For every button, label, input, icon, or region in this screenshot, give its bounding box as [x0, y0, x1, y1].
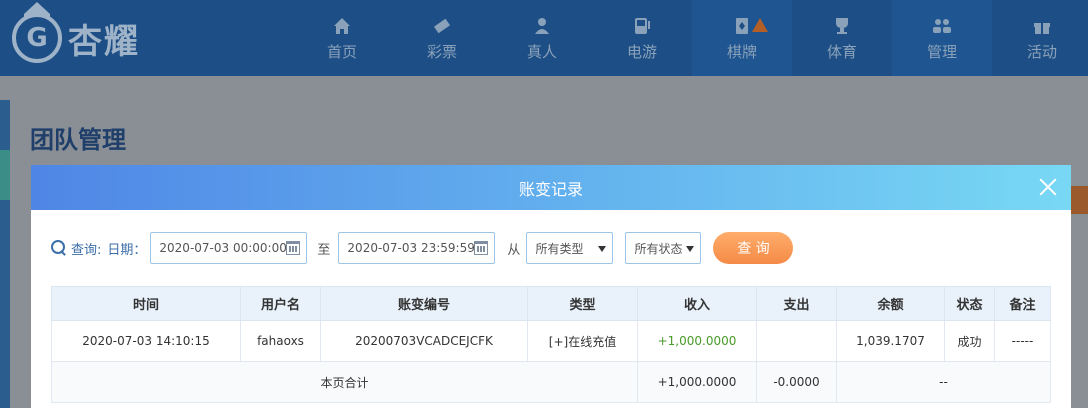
from-label: 从: [507, 242, 521, 258]
column-header: 用户名: [240, 286, 321, 321]
end-date-value: 2020-07-03 23:59:59: [347, 241, 475, 255]
column-header: 账变编号: [320, 286, 528, 321]
person-icon: [535, 17, 549, 34]
total-balance: --: [836, 361, 1051, 403]
users-icon: [933, 18, 951, 33]
nav-item-lottery[interactable]: 彩票: [392, 0, 492, 76]
nav-label: 电游: [626, 42, 657, 61]
total-expense: -0.0000: [756, 361, 837, 403]
cell-note: -----: [994, 320, 1051, 362]
chevron-down-icon: [598, 246, 607, 252]
total-income: +1,000.0000: [637, 361, 757, 403]
logo-emblem: G: [12, 2, 62, 63]
column-header: 状态: [944, 286, 995, 321]
cell-time: 2020-07-03 14:10:15: [51, 320, 241, 362]
type-select[interactable]: 所有类型: [526, 232, 614, 264]
table-header-row: 时间 用户名 账变编号 类型 收入 支出 余额 状态 备注: [51, 286, 1051, 321]
trophy-icon: [836, 17, 848, 34]
nav-label: 真人: [526, 42, 557, 61]
gift-icon: [1034, 19, 1050, 34]
nav-item-live[interactable]: 真人: [492, 0, 592, 76]
calendar-icon[interactable]: [286, 241, 301, 255]
status-select[interactable]: 所有状态: [625, 232, 702, 264]
cell-balance: 1,039.1707: [836, 320, 945, 362]
nav-item-slots[interactable]: 电游: [592, 0, 692, 76]
account-change-table: 时间 用户名 账变编号 类型 收入 支出 余额 状态 备注 2020-07-03…: [51, 286, 1051, 403]
column-header: 时间: [51, 286, 241, 321]
status-select-value: 所有状态: [634, 241, 683, 256]
brand-logo[interactable]: G 杏耀: [12, 2, 140, 68]
cell-income: +1,000.0000: [637, 320, 757, 362]
modal-title: 账变记录: [518, 179, 583, 199]
column-header: 余额: [836, 286, 945, 321]
cell-expense: [756, 320, 837, 362]
nav-item-home[interactable]: 首页: [292, 0, 392, 76]
background-sidebar: [0, 100, 10, 408]
nav-item-sports[interactable]: 体育: [792, 0, 892, 76]
cell-username: fahaoxs: [240, 320, 321, 362]
column-header: 收入: [637, 286, 757, 321]
end-date-input[interactable]: 2020-07-03 23:59:59: [338, 232, 496, 264]
nav-label: 体育: [826, 42, 857, 61]
nav-label: 管理: [926, 42, 957, 61]
nav-label: 首页: [326, 42, 357, 61]
type-select-value: 所有类型: [535, 241, 584, 256]
chevron-down-icon: [686, 246, 695, 252]
logo-mark: G: [26, 23, 48, 53]
modal-header: 账变记录: [31, 165, 1071, 210]
to-label: 至: [317, 242, 331, 258]
cell-status: 成功: [944, 320, 995, 362]
home-icon: [334, 17, 350, 34]
nav-label: 彩票: [426, 42, 457, 61]
account-change-modal: 账变记录 查询: 日期： 2020-07-03 00:00:00 至 2020-…: [31, 165, 1071, 408]
cell-type: [+]在线充值: [527, 320, 638, 362]
nav-item-manage[interactable]: 管理: [892, 0, 992, 76]
nav-item-events[interactable]: 活动: [992, 0, 1088, 76]
start-date-input[interactable]: 2020-07-03 00:00:00: [150, 232, 308, 264]
table-total-row: 本页合计 +1,000.0000 -0.0000 --: [51, 361, 1051, 403]
date-label: 日期：: [107, 242, 147, 258]
background-sidebar-accent: [0, 150, 10, 200]
search-button[interactable]: 查 询: [713, 232, 794, 264]
column-header: 备注: [994, 286, 1051, 321]
filter-bar: 查询: 日期： 2020-07-03 00:00:00 至 2020-07-03…: [51, 232, 794, 264]
top-navigation: G 杏耀 首页 彩票 真人 电游 棋牌 体育 管理 活动: [0, 0, 1088, 76]
table-row: 2020-07-03 14:10:15 fahaoxs 20200703VCAD…: [51, 320, 1051, 362]
ticket-icon: [433, 18, 451, 33]
cards-icon: [736, 17, 748, 34]
logo-text: 杏耀: [68, 21, 140, 62]
search-label: 查询:: [71, 242, 102, 258]
close-icon[interactable]: [1037, 176, 1059, 198]
crown-icon: [24, 2, 50, 17]
arcade-icon: [635, 17, 650, 34]
column-header: 类型: [527, 286, 638, 321]
cell-change-id: 20200703VCADCEJCFK: [320, 320, 528, 362]
calendar-icon[interactable]: [474, 241, 489, 255]
total-label: 本页合计: [51, 361, 638, 403]
column-header: 支出: [756, 286, 837, 321]
page-title: 团队管理: [30, 126, 126, 154]
nav-item-chess[interactable]: 棋牌: [692, 0, 792, 76]
nav-label: 活动: [1026, 42, 1057, 61]
hot-badge-icon: [752, 18, 768, 32]
nav-menu: 首页 彩票 真人 电游 棋牌 体育 管理 活动: [292, 0, 1088, 76]
nav-label: 棋牌: [726, 42, 757, 61]
start-date-value: 2020-07-03 00:00:00: [159, 241, 287, 255]
search-icon: [51, 240, 67, 256]
